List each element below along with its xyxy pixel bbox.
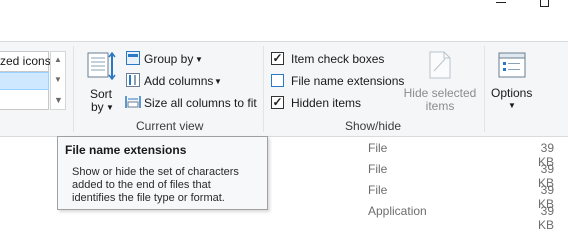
sort-label: Sort (90, 87, 113, 101)
file-row[interactable]: File 39 KB (270, 139, 568, 169)
file-type: File (368, 162, 388, 176)
chevron-down-icon: ▼ (106, 103, 114, 112)
hidden-items-checkbox[interactable]: ✓ (271, 96, 284, 109)
gallery-expand-icon[interactable]: ▼ (54, 96, 63, 105)
file-name-extensions-toggle[interactable]: File name extensions (270, 73, 404, 89)
file-name-extensions-label: File name extensions (291, 74, 405, 88)
hide-selected-label-2: items (425, 99, 455, 113)
scroll-down-icon[interactable]: ▼ (54, 76, 62, 84)
group-by-button[interactable]: Group by ▼ (124, 50, 214, 68)
file-type: File (368, 183, 388, 197)
ribbon-separator (484, 46, 485, 132)
tooltip: File name extensions Show or hide the se… (57, 136, 268, 210)
group-by-label: Group by (144, 52, 194, 66)
ribbon-separator (263, 46, 264, 132)
group-by-icon (126, 51, 140, 65)
file-name-extensions-checkbox[interactable] (271, 74, 284, 87)
group-label-current-view: Current view (136, 119, 204, 133)
hidden-items-toggle[interactable]: ✓ Hidden items (270, 95, 365, 111)
ribbon-view-tab: zed icons ▲ ▼ ▼ Sort by ▼ Group by ▼ Add… (0, 41, 568, 137)
chevron-down-icon: ▼ (508, 101, 516, 110)
add-columns-label: Add columns (144, 74, 214, 88)
chevron-down-icon: ▼ (195, 55, 203, 64)
layout-option-empty[interactable] (0, 90, 49, 110)
options-button[interactable]: Options ▼ (488, 48, 536, 116)
options-label: Options (491, 86, 533, 100)
hidden-items-label: Hidden items (291, 96, 362, 110)
tooltip-title: File name extensions (65, 143, 187, 157)
hide-selected-label-1: Hide selected (403, 86, 477, 100)
size-columns-icon (125, 96, 141, 108)
file-row[interactable]: Application 39 KB (270, 202, 568, 232)
sort-icon (87, 52, 116, 81)
group-label-show-hide: Show/hide (345, 119, 402, 133)
ribbon-separator (73, 46, 74, 132)
add-columns-icon (126, 73, 140, 87)
scroll-up-icon[interactable]: ▲ (54, 56, 62, 64)
options-icon (498, 52, 526, 78)
item-check-boxes-checkbox[interactable]: ✓ (271, 52, 284, 65)
item-check-boxes-toggle[interactable]: ✓ Item check boxes (270, 51, 386, 67)
maximize-button[interactable] (540, 0, 549, 7)
hide-selected-icon (429, 51, 451, 79)
minimize-button[interactable] (496, 2, 506, 3)
size-all-columns-button[interactable]: Size all columns to fit (124, 94, 257, 112)
tooltip-line: Show or hide the set of characters (72, 166, 239, 178)
file-type: Application (368, 204, 427, 218)
layout-option-selected[interactable] (0, 72, 49, 90)
add-columns-button[interactable]: Add columns ▼ (124, 72, 224, 90)
file-row[interactable]: File 39 KB (270, 181, 568, 211)
chevron-down-icon: ▼ (214, 77, 222, 86)
file-type: File (368, 141, 388, 155)
layout-option-label: zed icons (0, 54, 51, 68)
file-row[interactable]: File 39 KB (270, 160, 568, 190)
file-size: 39 KB (537, 204, 554, 232)
tooltip-line: identifies the file type or format. (72, 192, 225, 204)
hide-selected-items-button[interactable]: Hide selected items (402, 48, 478, 116)
item-check-boxes-label: Item check boxes (291, 52, 385, 66)
sort-by-label: by (91, 100, 104, 114)
tooltip-line: added to the end of files that (72, 179, 211, 191)
size-all-columns-label: Size all columns to fit (144, 96, 257, 110)
tooltip-body: Show or hide the set of characters added… (72, 166, 267, 205)
